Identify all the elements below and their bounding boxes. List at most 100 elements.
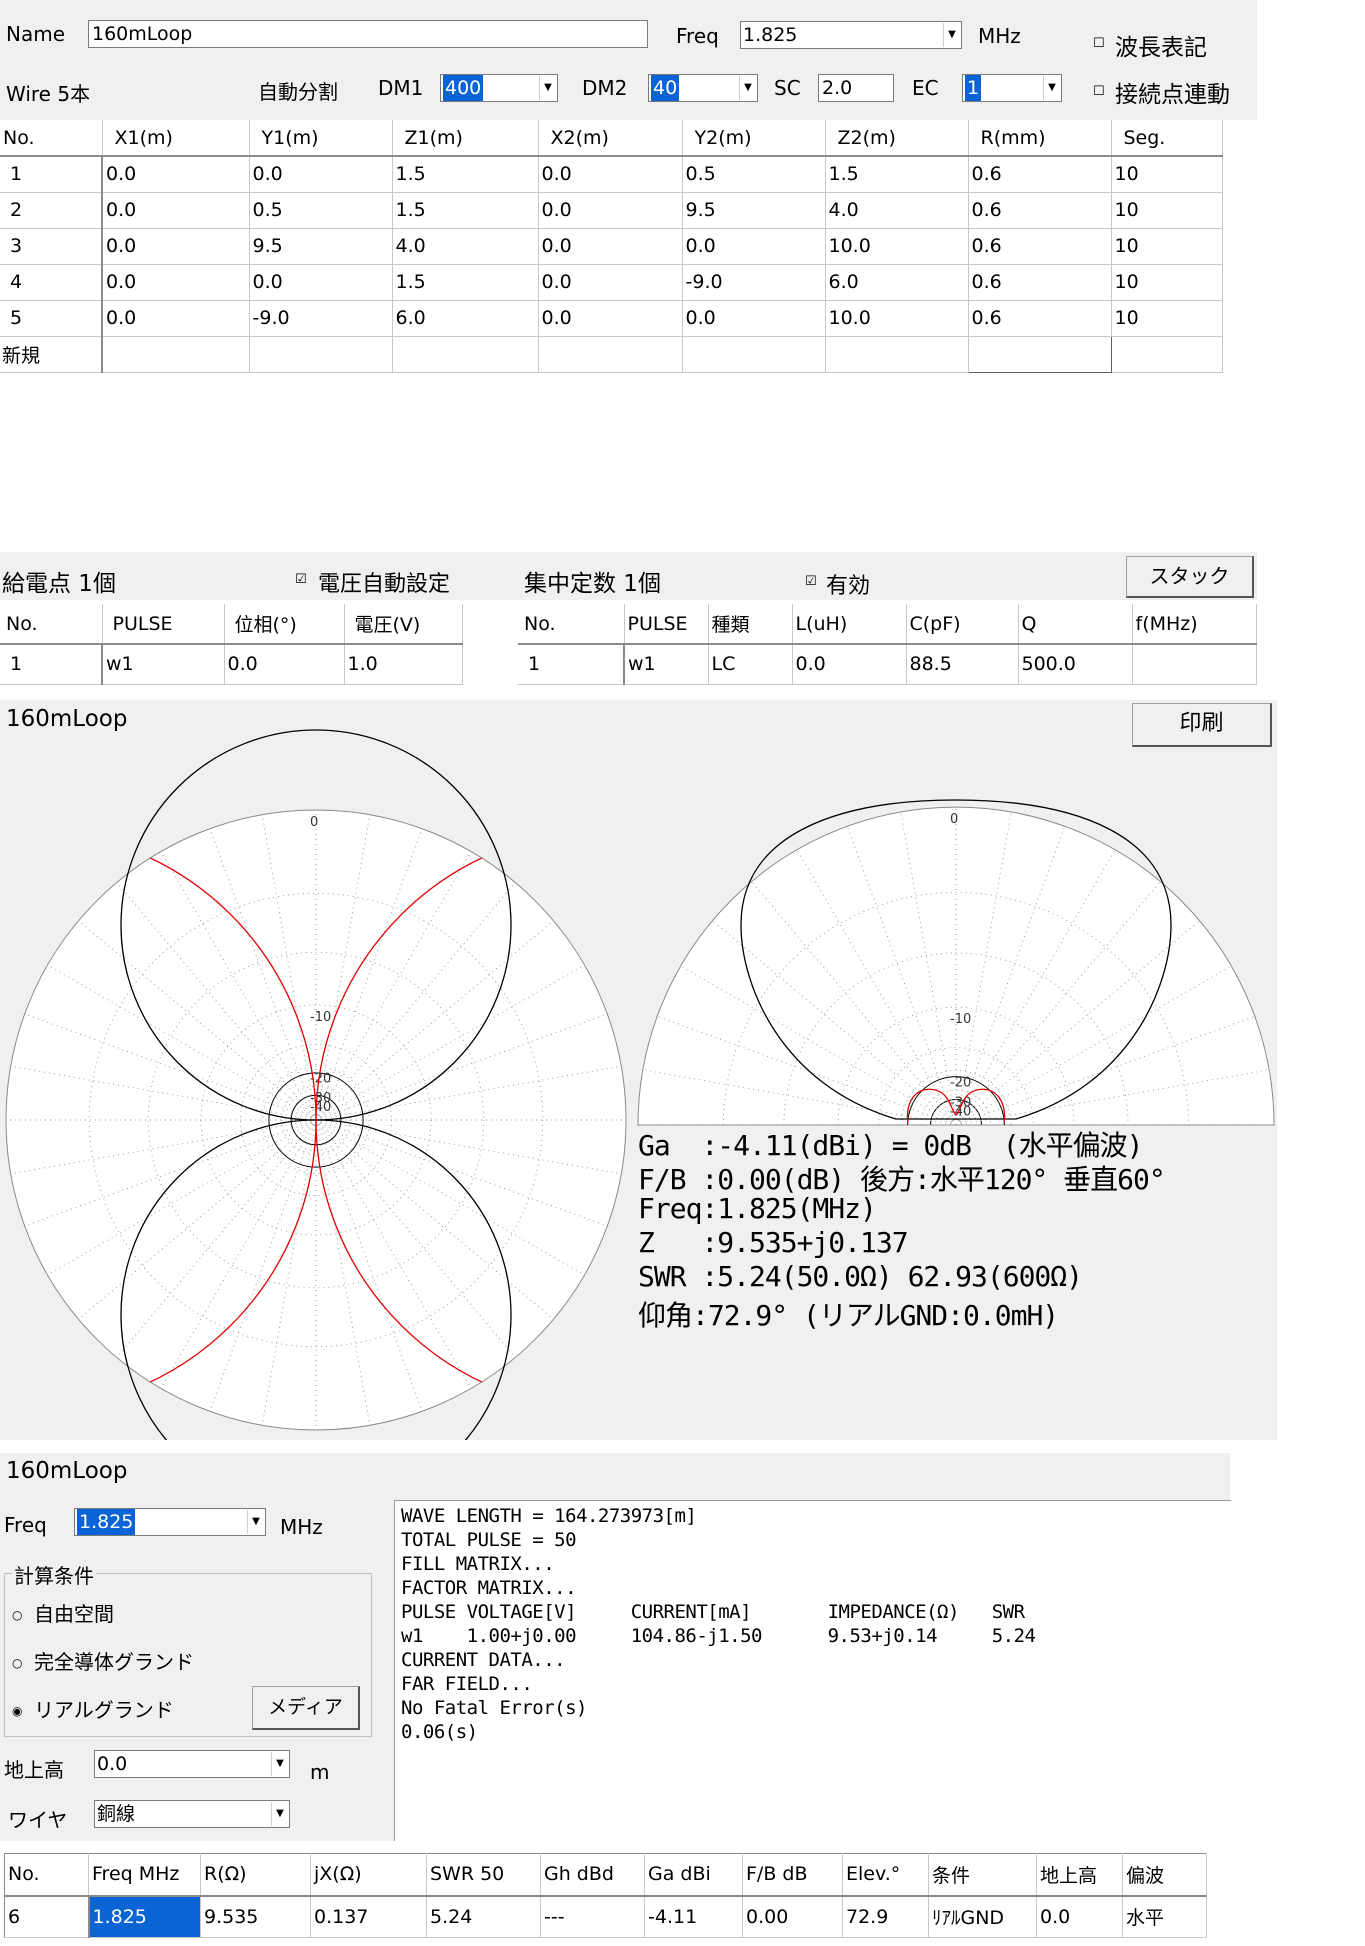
table-cell[interactable]: 0.0 (224, 644, 345, 685)
sc-input[interactable]: 2.0 (818, 74, 894, 102)
table-cell[interactable]: ﾘｱﾙGND (928, 1895, 1037, 1938)
row-number[interactable]: 4 (0, 264, 103, 301)
table-cell[interactable] (392, 336, 539, 373)
table-cell[interactable]: 9.5 (682, 192, 826, 229)
chevron-down-icon[interactable]: ▼ (739, 76, 756, 100)
table-cell[interactable]: 0.0 (102, 228, 250, 265)
table-cell[interactable]: 72.9 (842, 1895, 929, 1938)
table-cell[interactable]: 0.6 (968, 156, 1112, 193)
row-number[interactable]: 2 (0, 192, 103, 229)
table-cell[interactable]: 0.0 (249, 264, 393, 301)
table-cell[interactable]: 0.0 (792, 644, 907, 685)
table-cell[interactable]: 0.0 (102, 264, 250, 301)
table-row-new[interactable]: 新規 (0, 335, 1223, 373)
row-number[interactable]: 1 (0, 644, 103, 685)
dm2-combo[interactable]: 40 ▼ (648, 74, 758, 102)
table-cell[interactable]: 0.0 (682, 228, 826, 265)
table-cell[interactable]: -4.11 (644, 1895, 743, 1938)
media-button[interactable]: メディア (252, 1686, 360, 1730)
table-cell[interactable]: 0.0 (538, 228, 683, 265)
table-cell[interactable]: 0.5 (249, 192, 393, 229)
table-cell[interactable]: 0.0 (102, 156, 250, 193)
wavelength-checkbox[interactable]: ☐ (1093, 36, 1105, 51)
table-cell[interactable]: 0.137 (310, 1895, 427, 1938)
table-row[interactable]: 1 w1 LC 0.0 88.5 500.0 (518, 644, 1257, 685)
table-cell[interactable]: --- (540, 1895, 645, 1938)
table-cell[interactable]: 10 (1111, 300, 1223, 337)
table-cell[interactable]: w1 (102, 644, 225, 685)
table-cell[interactable]: 5.24 (426, 1895, 541, 1938)
table-row[interactable]: 3 0.0 9.5 4.0 0.0 0.0 10.0 0.6 10 (0, 228, 1223, 265)
table-cell[interactable]: 0.0 (682, 300, 826, 337)
stack-button[interactable]: スタック (1126, 556, 1254, 598)
table-cell[interactable]: 0.6 (968, 228, 1112, 265)
table-row[interactable]: 2 0.0 0.5 1.5 0.0 9.5 4.0 0.6 10 (0, 192, 1223, 229)
table-cell[interactable] (538, 336, 683, 373)
radio-perfect-ground[interactable]: ○ (12, 1656, 22, 1670)
table-cell[interactable]: 10 (1111, 192, 1223, 229)
table-cell[interactable]: 0.0 (102, 300, 250, 337)
table-cell[interactable]: 1.5 (392, 156, 539, 193)
table-cell[interactable]: 1.5 (392, 192, 539, 229)
table-cell[interactable]: 88.5 (906, 644, 1019, 685)
table-row[interactable]: 4 0.0 0.0 1.5 0.0 -9.0 6.0 0.6 10 (0, 264, 1223, 301)
table-cell[interactable]: 0.5 (682, 156, 826, 193)
table-cell[interactable]: 6.0 (825, 264, 969, 301)
table-row[interactable]: 6 1.825 9.535 0.137 5.24 --- -4.11 0.00 … (4, 1895, 1207, 1938)
row-number[interactable]: 5 (0, 300, 103, 337)
radio-real-ground[interactable]: ◉ (12, 1704, 22, 1718)
table-cell[interactable]: 0.6 (968, 192, 1112, 229)
table-cell[interactable]: w1 (624, 644, 709, 685)
table-cell[interactable] (825, 336, 969, 373)
radio-free-space[interactable]: ○ (12, 1608, 22, 1622)
row-number[interactable]: 6 (4, 1895, 90, 1938)
table-row[interactable]: 1 0.0 0.0 1.5 0.0 0.5 1.5 0.6 10 (0, 156, 1223, 193)
table-cell[interactable]: 0.0 (102, 192, 250, 229)
table-cell[interactable]: 0.0 (538, 192, 683, 229)
chevron-down-icon[interactable]: ▼ (1043, 76, 1060, 100)
table-cell[interactable]: 10 (1111, 156, 1223, 193)
table-cell[interactable]: 9.5 (249, 228, 393, 265)
ec-combo[interactable]: 1 ▼ (962, 74, 1062, 102)
table-cell[interactable]: 1.0 (344, 644, 463, 685)
table-cell[interactable]: 10 (1111, 228, 1223, 265)
table-cell[interactable]: 0.0 (538, 156, 683, 193)
table-cell[interactable]: 500.0 (1018, 644, 1133, 685)
table-cell[interactable] (1132, 644, 1257, 685)
calc-freq-combo[interactable]: 1.825 ▼ (74, 1508, 266, 1536)
table-cell[interactable]: 0.0 (538, 264, 683, 301)
table-cell[interactable] (249, 336, 393, 373)
table-cell[interactable]: 4.0 (392, 228, 539, 265)
table-cell[interactable]: 0.0 (249, 156, 393, 193)
height-combo[interactable]: 0.0 ▼ (94, 1750, 290, 1778)
table-cell[interactable]: -9.0 (249, 300, 393, 337)
row-number[interactable]: 3 (0, 228, 103, 265)
new-row-label[interactable]: 新規 (0, 336, 103, 373)
table-cell[interactable] (967, 335, 1112, 373)
wire-material-combo[interactable]: 銅線 ▼ (94, 1800, 290, 1828)
table-cell[interactable]: 4.0 (825, 192, 969, 229)
table-cell[interactable]: 9.535 (200, 1895, 311, 1938)
dm1-combo[interactable]: 400 ▼ (440, 74, 558, 102)
table-cell[interactable]: 1.5 (392, 264, 539, 301)
table-row[interactable]: 1 w1 0.0 1.0 (0, 644, 463, 685)
table-cell[interactable]: LC (708, 644, 793, 685)
table-cell[interactable]: 0.0 (538, 300, 683, 337)
table-cell[interactable]: 1.5 (825, 156, 969, 193)
table-cell[interactable] (682, 336, 826, 373)
chevron-down-icon[interactable]: ▼ (943, 23, 960, 47)
chevron-down-icon[interactable]: ▼ (271, 1752, 288, 1776)
chevron-down-icon[interactable]: ▼ (539, 76, 556, 100)
table-cell[interactable]: 1.825 (88, 1895, 201, 1938)
table-cell[interactable]: 水平 (1122, 1895, 1207, 1938)
table-cell[interactable]: 10.0 (825, 228, 969, 265)
table-cell[interactable]: 10.0 (825, 300, 969, 337)
chevron-down-icon[interactable]: ▼ (247, 1510, 264, 1534)
table-cell[interactable]: 0.0 (1036, 1895, 1123, 1938)
table-row[interactable]: 5 0.0 -9.0 6.0 0.0 0.0 10.0 0.6 10 (0, 300, 1223, 337)
row-number[interactable]: 1 (0, 156, 103, 193)
table-cell[interactable]: 10 (1111, 264, 1223, 301)
table-cell[interactable]: 0.00 (742, 1895, 843, 1938)
auto-voltage-checkbox[interactable]: ☑ (295, 572, 307, 587)
junction-checkbox[interactable]: ☐ (1093, 84, 1105, 99)
